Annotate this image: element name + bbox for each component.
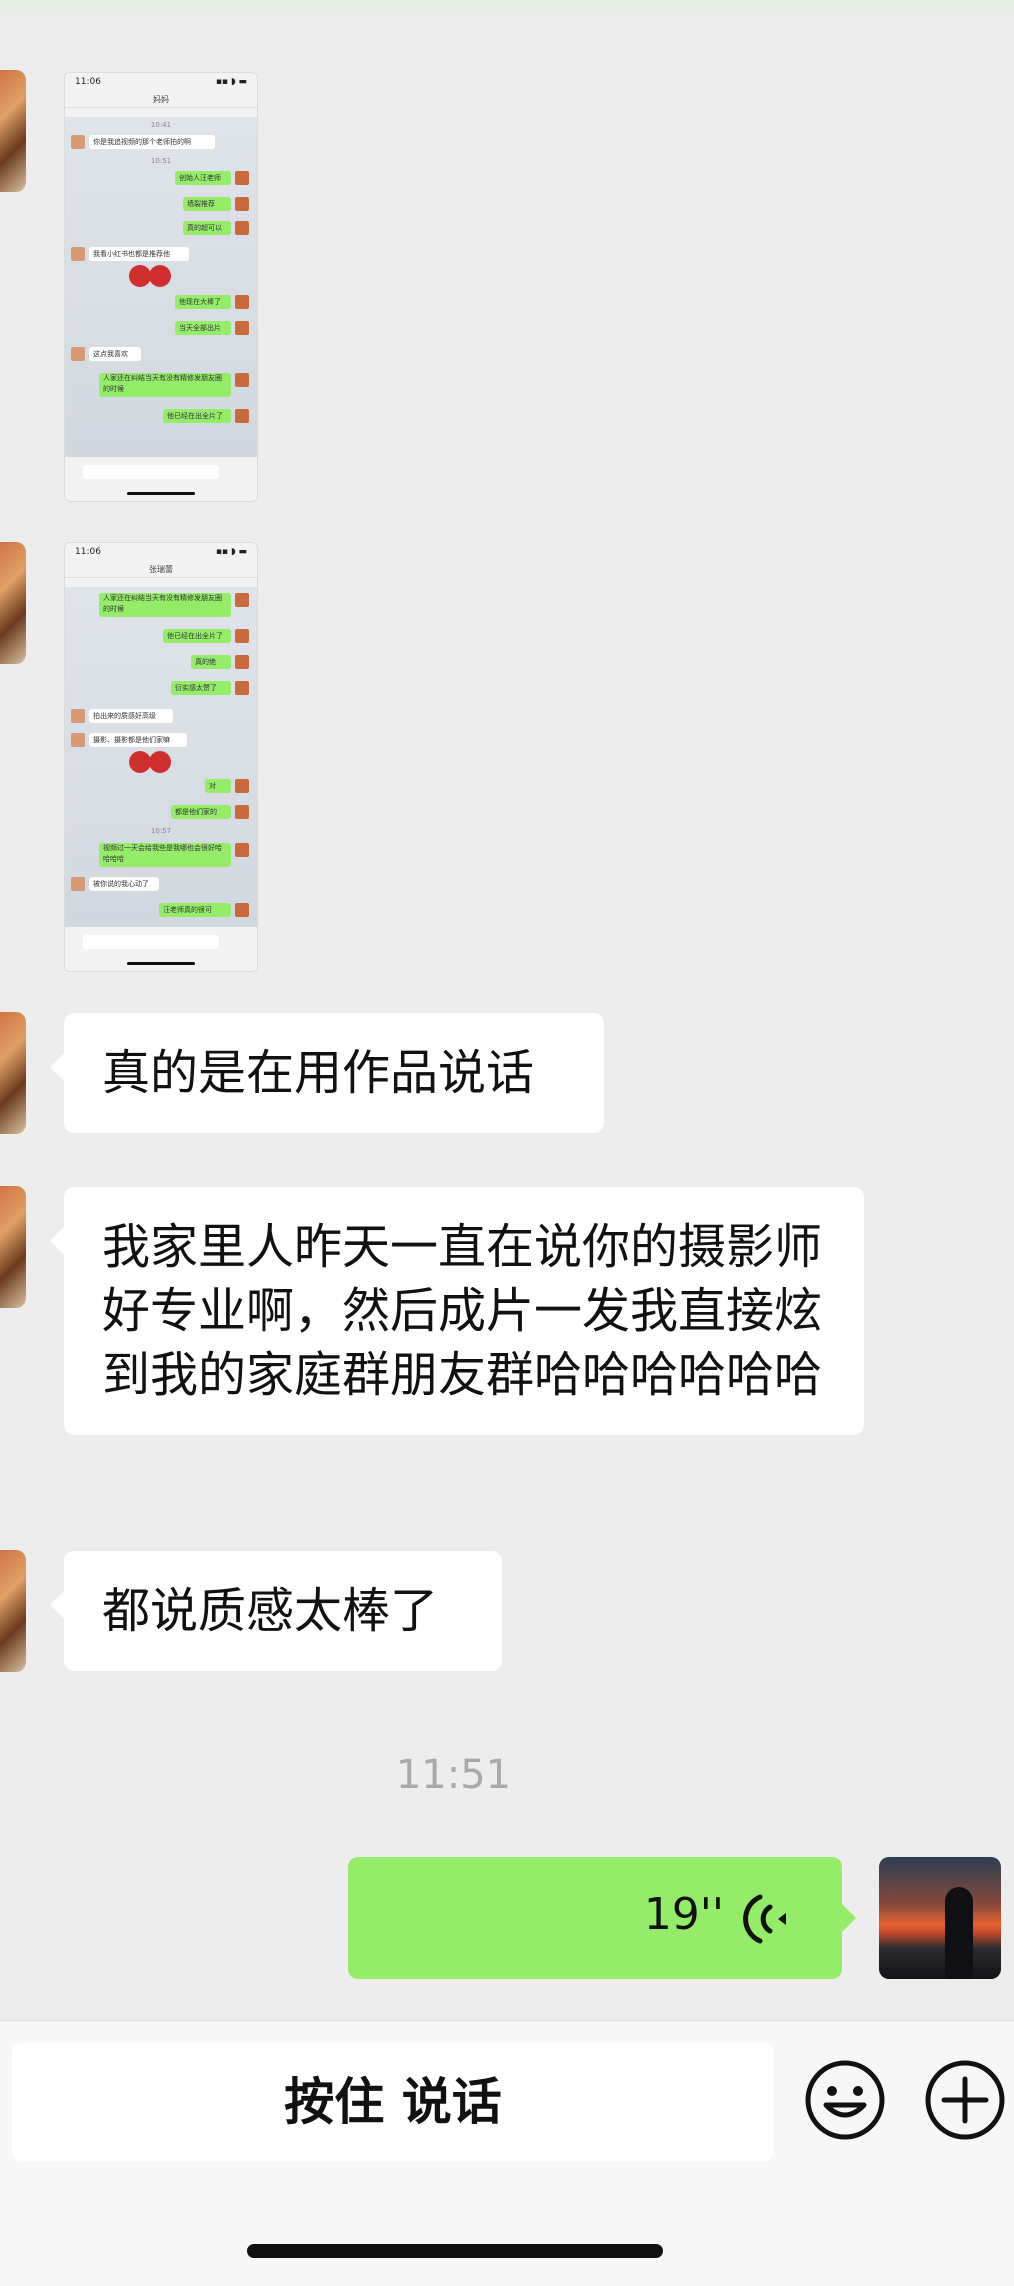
mini-avatar [71, 247, 85, 261]
mini-message: 创始人汪老师 [175, 171, 231, 185]
mini-avatar [235, 903, 249, 917]
image-message-screenshot[interactable]: 11:06 ▪▪ ◗ ▬ 妈妈 10:41 你是我追视频的那个老师拍的啊 10:5… [64, 72, 258, 502]
mini-message: 都是他们家的 [171, 805, 231, 819]
mini-message: 视频过一天会给我些是我哪也会很好哈哈哈哈 [99, 843, 231, 867]
chat-nav-bar: 张瑞蕾 [65, 561, 257, 578]
message-text: 真的是在用作品说话 [102, 1045, 535, 1101]
mini-message: 真的绝 [191, 655, 231, 669]
message-text: 我家里人昨天一直在说你的摄影师好专业啊，然后成片一发我直接炫到我的家庭群朋友群哈… [102, 1219, 823, 1403]
status-bar: 11:06 ▪▪ ◗ ▬ [65, 73, 257, 91]
image-message-screenshot[interactable]: 11:06 ▪▪ ◗ ▬ 张瑞蕾 人家还在纠结当天有没有精修发朋友圈的时候 他已经… [64, 542, 258, 972]
mini-avatar [71, 709, 85, 723]
mini-avatar [235, 409, 249, 423]
mini-avatar [235, 843, 249, 857]
message-bubble[interactable]: 都说质感太棒了 [50, 1551, 502, 1671]
chat-body: 10:41 你是我追视频的那个老师拍的啊 10:51 创始人汪老师 墙裂推荐 真… [65, 117, 257, 457]
mini-avatar [235, 221, 249, 235]
contact-avatar[interactable] [0, 70, 26, 192]
chat-title: 张瑞蕾 [149, 564, 173, 574]
status-time: 11:06 [75, 77, 101, 87]
mini-message: 我看小红书也都是推荐他 [89, 247, 189, 261]
mini-avatar [235, 629, 249, 643]
mini-message: 这点我喜欢 [89, 347, 141, 361]
mini-avatar [235, 593, 249, 607]
top-edge [0, 0, 1014, 26]
mini-message: 对 [205, 779, 231, 793]
voice-duration: 19'' [643, 1889, 724, 1940]
mini-avatar [235, 655, 249, 669]
mini-message: 他已经在出全片了 [163, 409, 231, 423]
chat-time: 10:51 [150, 157, 172, 165]
mini-message: 当天全部出片 [175, 321, 231, 335]
apple-emoji [129, 751, 151, 773]
my-avatar[interactable] [879, 1857, 1001, 1979]
mini-message: 墙裂推荐 [183, 197, 231, 211]
mini-avatar [235, 197, 249, 211]
mini-message: 真的超可以 [183, 221, 231, 235]
mini-message: 摄影、摄影都是他们家嘛 [89, 733, 187, 747]
mini-avatar [235, 321, 249, 335]
mini-avatar [71, 733, 85, 747]
home-indicator [247, 2244, 663, 2258]
mini-message: 人家还在纠结当天有没有精修发朋友圈的时候 [99, 593, 231, 617]
mini-input-bar [65, 457, 257, 501]
message-bubble[interactable]: 真的是在用作品说话 [50, 1013, 604, 1133]
mini-message: 他现在大棒了 [175, 295, 231, 309]
voice-wave-icon [743, 1894, 786, 1944]
chat-nav-bar: 妈妈 [65, 91, 257, 108]
mini-avatar [235, 805, 249, 819]
mini-message: 汪老师真的很可 [159, 903, 231, 917]
mini-avatar [235, 681, 249, 695]
mini-avatar [71, 135, 85, 149]
mini-avatar [235, 779, 249, 793]
contact-avatar[interactable] [0, 1550, 26, 1672]
voice-message-bubble[interactable]: 19'' [348, 1857, 856, 1979]
mini-message: 人家还在纠结当天有没有精修发朋友圈的时候 [99, 373, 231, 397]
chat-time: 10:57 [150, 827, 172, 835]
emoji-icon[interactable] [804, 2059, 886, 2141]
contact-avatar[interactable] [0, 1186, 26, 1308]
chat-time: 10:41 [150, 121, 172, 129]
mini-message: 被你说的我心动了 [89, 877, 159, 891]
mini-avatar [235, 295, 249, 309]
chat-timestamp: 11:51 [395, 1752, 512, 1798]
mini-message: 拍出来的质感好高级 [89, 709, 173, 723]
apple-emoji [129, 265, 151, 287]
message-bubble[interactable]: 我家里人昨天一直在说你的摄影师好专业啊，然后成片一发我直接炫到我的家庭群朋友群哈… [50, 1187, 864, 1435]
message-text: 都说质感太棒了 [102, 1583, 439, 1639]
mini-avatar [71, 877, 85, 891]
mini-message: 衍实感太赞了 [171, 681, 231, 695]
apple-emoji [149, 265, 171, 287]
plus-icon[interactable] [924, 2059, 1006, 2141]
status-bar: 11:06 ▪▪ ◗ ▬ [65, 543, 257, 561]
hold-to-talk-button[interactable]: 按住 说话 [12, 2043, 774, 2161]
contact-avatar[interactable] [0, 542, 26, 664]
mini-avatar [235, 171, 249, 185]
mini-input-bar [65, 927, 257, 971]
chat-title: 妈妈 [153, 94, 169, 104]
apple-emoji [149, 751, 171, 773]
contact-avatar[interactable] [0, 1012, 26, 1134]
mini-avatar [235, 373, 249, 387]
mini-message: 他已经在出全片了 [163, 629, 231, 643]
chat-body: 人家还在纠结当天有没有精修发朋友圈的时候 他已经在出全片了 真的绝 衍实感太赞了… [65, 587, 257, 927]
mini-message: 你是我追视频的那个老师拍的啊 [89, 135, 215, 149]
mini-avatar [71, 347, 85, 361]
status-time: 11:06 [75, 547, 101, 557]
